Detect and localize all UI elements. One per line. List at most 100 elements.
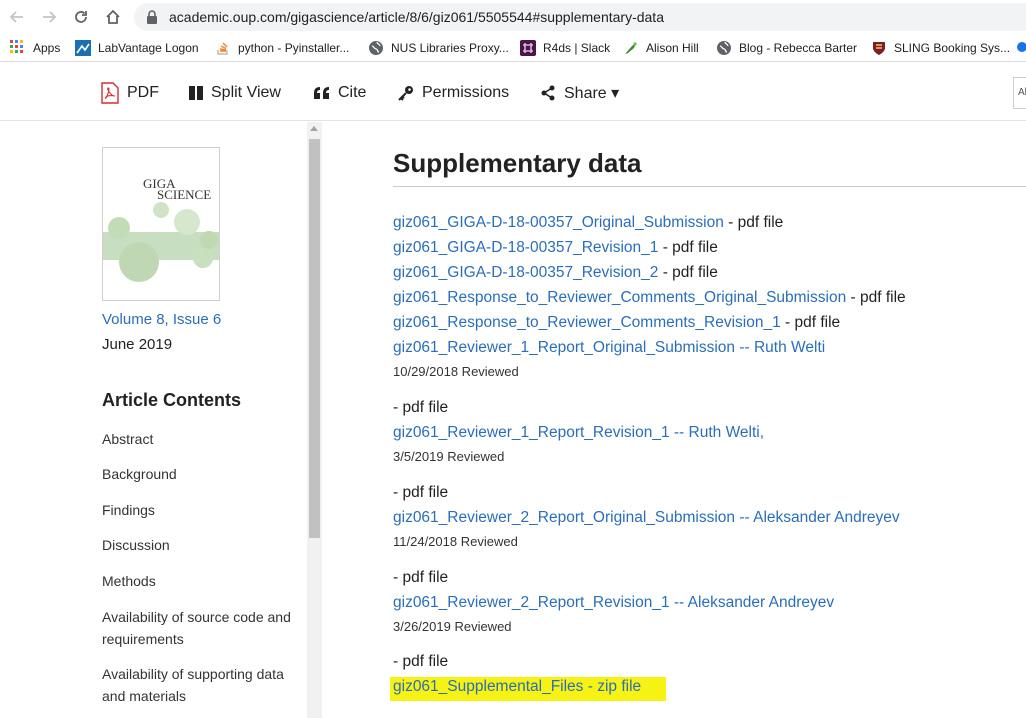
report-entry: giz061_Reviewer_1_Report_Revision_1 -- R… [393, 424, 764, 442]
scrollbar-thumb[interactable] [309, 139, 320, 538]
permissions-button[interactable]: Permissions [398, 81, 509, 105]
report-link[interactable]: giz061_Reviewer_1_Report_Original_Submis… [393, 339, 825, 356]
report-file-type: - pdf file [393, 484, 449, 501]
file-type: - pdf file [846, 289, 906, 306]
slack-icon [520, 40, 536, 56]
bookmark-blog[interactable]: Blog - Rebecca Barter [716, 39, 857, 57]
crest-icon [871, 40, 887, 56]
share-label: Share ▾ [564, 85, 620, 102]
pdf-button[interactable]: PDF [101, 81, 159, 105]
file-link[interactable]: giz061_GIGA-D-18-00357_Original_Submissi… [393, 214, 724, 231]
supplemental-file-type: - zip file [583, 678, 642, 695]
bookmark-sling[interactable]: SLING Booking Sys... [871, 39, 1010, 57]
bookmark-labvantage[interactable]: LabVantage Logon [75, 39, 199, 57]
file-entry: giz061_GIGA-D-18-00357_Original_Submissi… [393, 214, 783, 232]
supplementary-data-heading: Supplementary data [393, 148, 642, 178]
cover-art: GIGA SCIENCE [103, 148, 219, 300]
bookmarks-bar: Apps LabVantage Logon python - Pyinstall… [0, 34, 1026, 62]
report-link[interactable]: giz061_Reviewer_2_Report_Original_Submis… [393, 509, 900, 526]
toc-item-abstract[interactable]: Abstract [102, 428, 302, 450]
bird-icon [623, 40, 639, 56]
toc-item-methods[interactable]: Methods [102, 570, 302, 592]
svg-text:SCIENCE: SCIENCE [157, 187, 211, 202]
permissions-label: Permissions [422, 84, 510, 101]
bookmark-label: python - Pyinstaller... [238, 41, 350, 55]
report-entry: giz061_Reviewer_2_Report_Original_Submis… [393, 509, 900, 527]
share-button[interactable]: Share ▾ [540, 81, 619, 105]
search-input[interactable]: Al [1013, 77, 1026, 109]
stackoverflow-icon [215, 40, 231, 56]
journal-cover-image[interactable]: GIGA SCIENCE [102, 147, 220, 301]
file-link[interactable]: giz061_GIGA-D-18-00357_Revision_2 [393, 264, 658, 281]
report-file-type: - pdf file [393, 399, 449, 416]
report-file-type: - pdf file [393, 653, 449, 670]
bookmark-slack[interactable]: R4ds | Slack [520, 39, 610, 57]
forward-arrow-icon[interactable] [38, 6, 60, 28]
share-icon [540, 85, 556, 101]
globe-icon [716, 40, 732, 56]
bookmark-python[interactable]: python - Pyinstaller... [215, 39, 349, 57]
split-view-button[interactable]: Split View [189, 81, 281, 105]
reviewed-date: 3/26/2019 Reviewed [393, 619, 512, 634]
bookmark-apps[interactable]: Apps [10, 39, 60, 57]
file-type: - pdf file [723, 214, 784, 231]
supplemental-files-link[interactable]: giz061_Supplemental_Files [393, 678, 583, 695]
pdf-label: PDF [127, 84, 159, 101]
quote-icon [314, 87, 330, 99]
reload-icon[interactable] [70, 6, 92, 28]
file-entry: giz061_GIGA-D-18-00357_Revision_1 - pdf … [393, 239, 718, 257]
pdf-icon [101, 82, 119, 104]
scroll-up-arrow-icon[interactable] [310, 126, 318, 131]
volume-link[interactable]: Volume 8, Issue 6 [102, 311, 221, 328]
report-entry: giz061_Reviewer_2_Report_Revision_1 -- A… [393, 594, 834, 612]
split-view-label: Split View [211, 84, 281, 101]
cloud-icon [1016, 40, 1026, 56]
bookmark-alison-hill[interactable]: Alison Hill [623, 39, 699, 57]
file-entry: giz061_Response_to_Reviewer_Comments_Rev… [393, 314, 840, 332]
globe-icon [368, 40, 384, 56]
toc-item-source-code[interactable]: Availability of source code and requirem… [102, 606, 302, 650]
browser-address-bar: academic.oup.com/gigascience/article/8/6… [0, 0, 1026, 34]
heading-divider [393, 186, 1026, 187]
bookmark-label: LabVantage Logon [98, 41, 199, 55]
bookmark-nus[interactable]: NUS Libraries Proxy... [368, 39, 509, 57]
bookmark-label: R4ds | Slack [543, 41, 611, 55]
split-view-icon [189, 86, 203, 100]
bookmark-label: NUS Libraries Proxy... [391, 41, 509, 55]
report-file-type: - pdf file [393, 569, 449, 586]
key-icon [398, 85, 414, 101]
bookmark-overflow[interactable] [1016, 39, 1026, 57]
home-icon[interactable] [102, 6, 124, 28]
article-toolbar: PDF Split View Cite Permissions Share ▾ … [0, 63, 1026, 121]
cite-label: Cite [338, 84, 367, 101]
reviewed-date: 10/29/2018 Reviewed [393, 364, 519, 379]
file-type: - pdf file [658, 239, 718, 256]
bookmark-label: SLING Booking Sys... [894, 41, 1011, 55]
file-link[interactable]: giz061_Response_to_Reviewer_Comments_Rev… [393, 314, 781, 331]
reviewed-date: 11/24/2018 Reviewed [393, 534, 518, 549]
file-type: - pdf file [658, 264, 718, 281]
file-link[interactable]: giz061_GIGA-D-18-00357_Revision_1 [393, 239, 658, 256]
toc-item-discussion[interactable]: Discussion [102, 534, 302, 556]
toc-item-findings[interactable]: Findings [102, 499, 302, 521]
search-stub-text: Al [1018, 87, 1026, 98]
file-entry: giz061_Response_to_Reviewer_Comments_Ori… [393, 289, 906, 307]
bookmark-label: Blog - Rebecca Barter [739, 41, 858, 55]
article-contents-heading: Article Contents [102, 390, 242, 410]
file-link[interactable]: giz061_Response_to_Reviewer_Comments_Ori… [393, 289, 846, 306]
issue-date: June 2019 [102, 336, 173, 353]
url-text: academic.oup.com/gigascience/article/8/6… [169, 9, 664, 25]
reviewed-date: 3/5/2019 Reviewed [393, 449, 505, 464]
labvantage-icon [75, 40, 91, 56]
cite-button[interactable]: Cite [314, 81, 366, 105]
toc-item-supporting-data[interactable]: Availability of supporting data and mate… [102, 663, 302, 707]
back-arrow-icon[interactable] [6, 6, 28, 28]
file-entry: giz061_GIGA-D-18-00357_Revision_2 - pdf … [393, 264, 718, 282]
apps-grid-icon [10, 40, 26, 56]
report-link[interactable]: giz061_Reviewer_1_Report_Revision_1 -- R… [393, 424, 764, 441]
toc-item-background[interactable]: Background [102, 463, 302, 485]
bookmark-label: Alison Hill [646, 41, 699, 55]
url-field[interactable]: academic.oup.com/gigascience/article/8/6… [134, 3, 1026, 31]
bookmark-label: Apps [33, 41, 61, 55]
report-link[interactable]: giz061_Reviewer_2_Report_Revision_1 -- A… [393, 594, 834, 611]
